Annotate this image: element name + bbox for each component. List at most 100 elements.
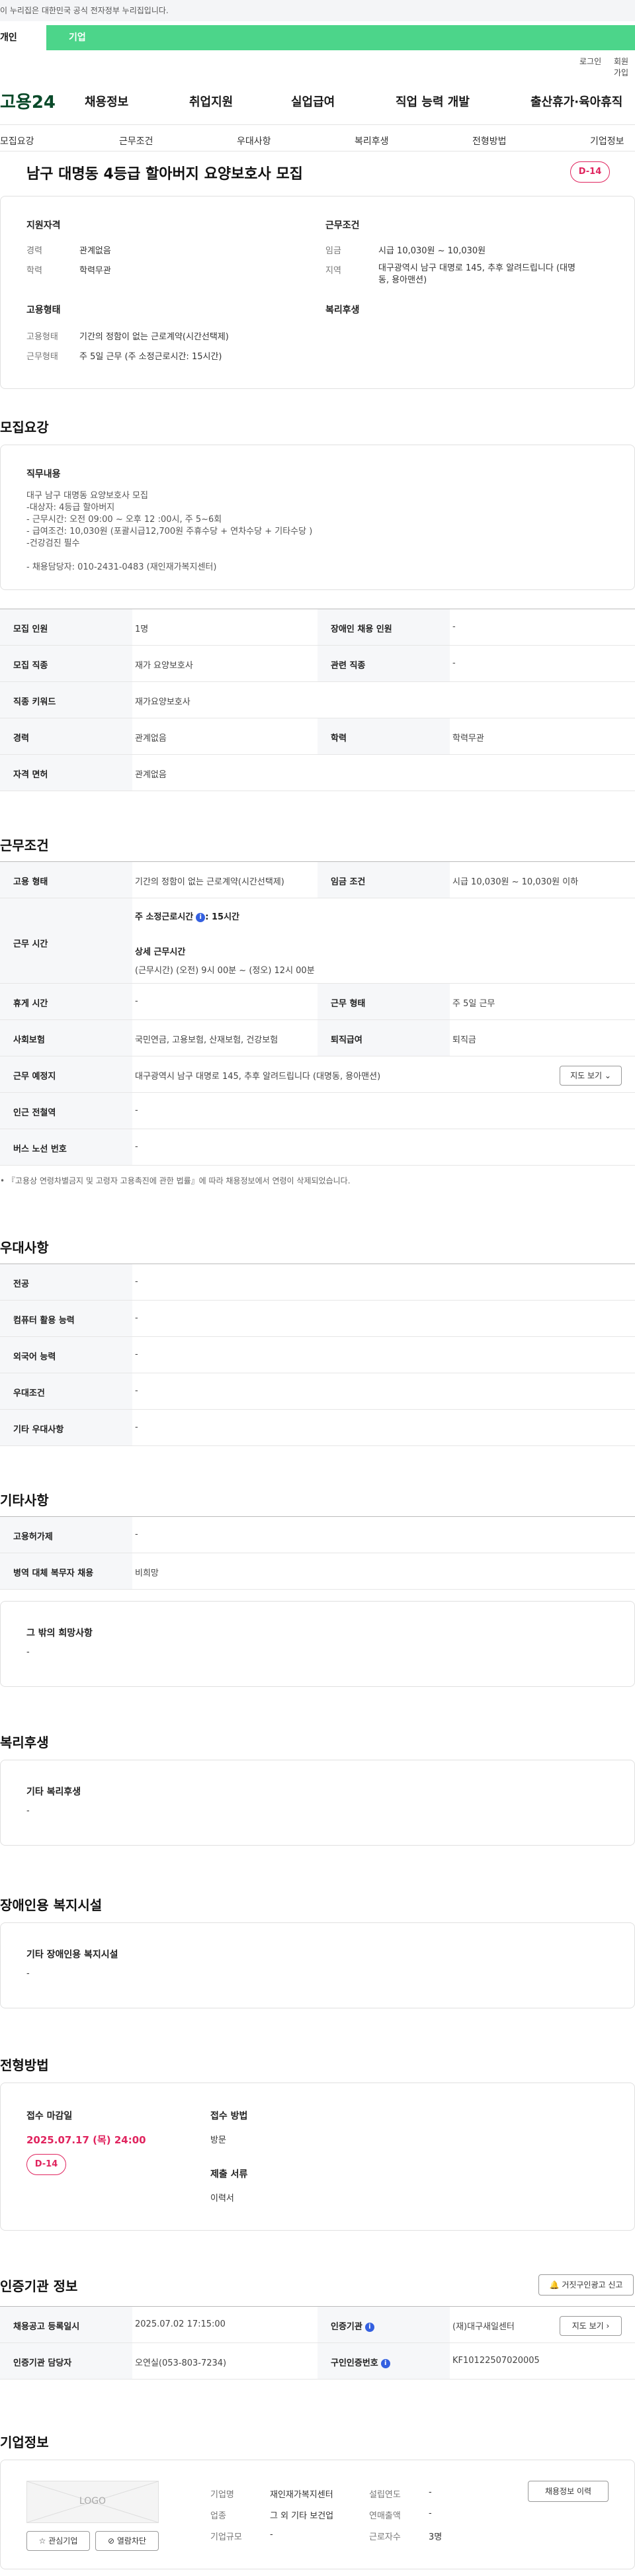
welfare-etc-value: -	[26, 1806, 30, 1816]
company-year-key: 설립연도	[369, 2490, 401, 2500]
site-logo[interactable]: 고용24	[0, 89, 56, 113]
subnav-process[interactable]: 전형방법	[472, 134, 507, 148]
duty-line: - 채용담당자: 010-2431-0483 (재인재가복지센터)	[26, 562, 217, 572]
favorite-company-button[interactable]: ☆ 관심기업	[26, 2531, 90, 2551]
cell-key: 장애인 채용 인원	[331, 624, 392, 634]
cell-key: 임금 조건	[331, 877, 366, 887]
subnav-recruit[interactable]: 모집요강	[0, 134, 34, 148]
cell-value: -	[135, 1142, 138, 1152]
gnb-unemployment[interactable]: 실업급여	[291, 93, 335, 110]
cell-value: 2025.07.02 17:15:00	[135, 2319, 226, 2329]
cell-value: 오연실(053-803-7234)	[135, 2358, 227, 2368]
cell-value: -	[135, 1422, 138, 1432]
company-size-key: 기업규모	[210, 2532, 242, 2542]
welfare-card	[0, 1760, 635, 1846]
map-view-button[interactable]: 지도 보기 ⌄	[560, 1066, 622, 1086]
cell-key: 직종 키워드	[13, 697, 56, 707]
report-false-ad-button[interactable]: 🔔 거짓구인광고 신고	[538, 2274, 634, 2296]
table-row	[0, 1373, 635, 1410]
edu-value: 학력무관	[79, 266, 111, 276]
gnb-jobs[interactable]: 채용정보	[85, 93, 128, 110]
deadline-value: 2025.07.17 (목) 24:00	[26, 2134, 146, 2146]
table-row	[0, 1264, 635, 1301]
info-icon[interactable]: i	[380, 2358, 390, 2368]
signup-link[interactable]: 회원가입	[614, 56, 635, 78]
method-heading: 접수 방법	[210, 2111, 248, 2122]
logo-text: LOGO	[79, 2496, 106, 2507]
cell-key: 학력	[331, 734, 347, 744]
tab-corp[interactable]: 기업	[69, 25, 86, 50]
block-view-button[interactable]: ⊘ 열람차단	[95, 2531, 159, 2551]
cell-value: 학력무관	[452, 734, 484, 744]
company-name-value: 재인재가복지센터	[270, 2490, 333, 2500]
block-icon: ⊘	[107, 2536, 115, 2546]
table-row	[0, 1337, 635, 1373]
company-employees-value: 3명	[429, 2532, 443, 2542]
detail-hours-heading: 상세 근무시간	[135, 947, 186, 957]
subnav-company[interactable]: 기업정보	[590, 134, 624, 148]
company-logo-placeholder: LOGO	[26, 2481, 159, 2523]
docs-heading: 제출 서류	[210, 2169, 248, 2180]
gnb-training[interactable]: 직업 능력 개발	[396, 93, 470, 110]
job-history-button[interactable]: 채용정보 이력	[528, 2481, 609, 2502]
cell-value: 관계없음	[135, 734, 167, 744]
table-row	[0, 1129, 635, 1166]
cell-value: -	[135, 1105, 138, 1115]
cell-key: 병역 대체 복무자 채용	[13, 1568, 94, 1578]
cell-value: 1명	[135, 624, 149, 634]
cell-value: -	[135, 1350, 138, 1359]
cell-value: 시급 10,030원 ~ 10,030원 이하	[452, 877, 579, 887]
cell-value: (재)대구새일센터	[452, 2322, 515, 2332]
org-key: 인증기관 i	[331, 2319, 374, 2332]
cell-value: 대구광역시 남구 대명로 145, 추후 알려드립니다 (대명동, 용아맨션)	[135, 1072, 381, 1082]
age-footnote: • 『고용상 연령차별금지 및 고령자 고용촉진에 관한 법률』에 따라 채용정…	[0, 1176, 351, 1185]
emptype-value: 기간의 정함이 없는 근로계약(시간선택제)	[79, 332, 229, 342]
conditions-section-title: 근무조건	[0, 837, 49, 853]
agency-map-button[interactable]: 지도 보기 ›	[560, 2316, 622, 2336]
subnav-conditions[interactable]: 근무조건	[119, 134, 153, 148]
hope-heading: 그 밖의 희망사항	[26, 1628, 93, 1639]
gnb-leave[interactable]: 출산휴가·육아휴직	[530, 93, 622, 110]
cell-key: 컴퓨터 활용 능력	[13, 1316, 75, 1326]
company-industry-key: 업종	[210, 2511, 226, 2521]
region-value-2: 동, 용아맨션)	[378, 275, 427, 285]
gov-notice-bar: 이 누리집은 대한민국 공식 전자정부 누리집입니다.	[0, 0, 635, 21]
table-row	[0, 755, 635, 791]
cell-key: 외국어 능력	[13, 1352, 56, 1362]
tab-personal[interactable]: 개인	[0, 25, 46, 50]
table-row	[0, 984, 635, 1020]
info-icon[interactable]: i	[364, 2322, 374, 2332]
star-icon: ☆	[38, 2536, 46, 2546]
gnb-support[interactable]: 취업지원	[189, 93, 233, 110]
company-size-value: -	[270, 2530, 273, 2540]
cell-key: 근무 형태	[331, 999, 366, 1009]
company-year-value: -	[429, 2487, 432, 2497]
cell-key: 전공	[13, 1279, 29, 1289]
cell-value: -	[135, 996, 138, 1006]
table-row	[0, 898, 635, 984]
method-value: 방문	[210, 2135, 226, 2145]
disab-section-title: 장애인용 복지시설	[0, 1897, 103, 1913]
table-row	[0, 609, 635, 646]
process-section-title: 전형방법	[0, 2057, 49, 2073]
process-dday-badge: D-14	[26, 2154, 66, 2175]
cell-key: 버스 노선 번호	[13, 1144, 67, 1154]
login-link[interactable]: 로그인	[579, 56, 601, 67]
cell-key: 인증기관 담당자	[13, 2358, 72, 2368]
table-row	[0, 1553, 635, 1590]
company-name-key: 기업명	[210, 2490, 234, 2500]
cell-value: 기간의 정함이 없는 근로계약(시간선택제)	[135, 877, 284, 887]
duty-line: 대구 남구 대명동 요양보호사 모집	[26, 491, 148, 501]
cell-key: 퇴직급여	[331, 1035, 362, 1045]
cell-key: 근무 시간	[13, 939, 48, 949]
cell-key: 고용허가제	[13, 1532, 53, 1542]
duty-line: -건강검진 필수	[26, 538, 80, 548]
info-icon[interactable]: i	[196, 912, 206, 922]
region-value-1: 대구광역시 남구 대명로 145, 추후 알려드립니다 (대명	[378, 263, 576, 273]
welfare-section-title: 복리후생	[0, 1735, 49, 1750]
table-row	[0, 646, 635, 682]
cond-heading: 근무조건	[325, 220, 360, 231]
subnav-welfare[interactable]: 복리후생	[355, 134, 389, 148]
subnav-preference[interactable]: 우대사항	[237, 134, 271, 148]
table-row	[0, 2307, 635, 2343]
